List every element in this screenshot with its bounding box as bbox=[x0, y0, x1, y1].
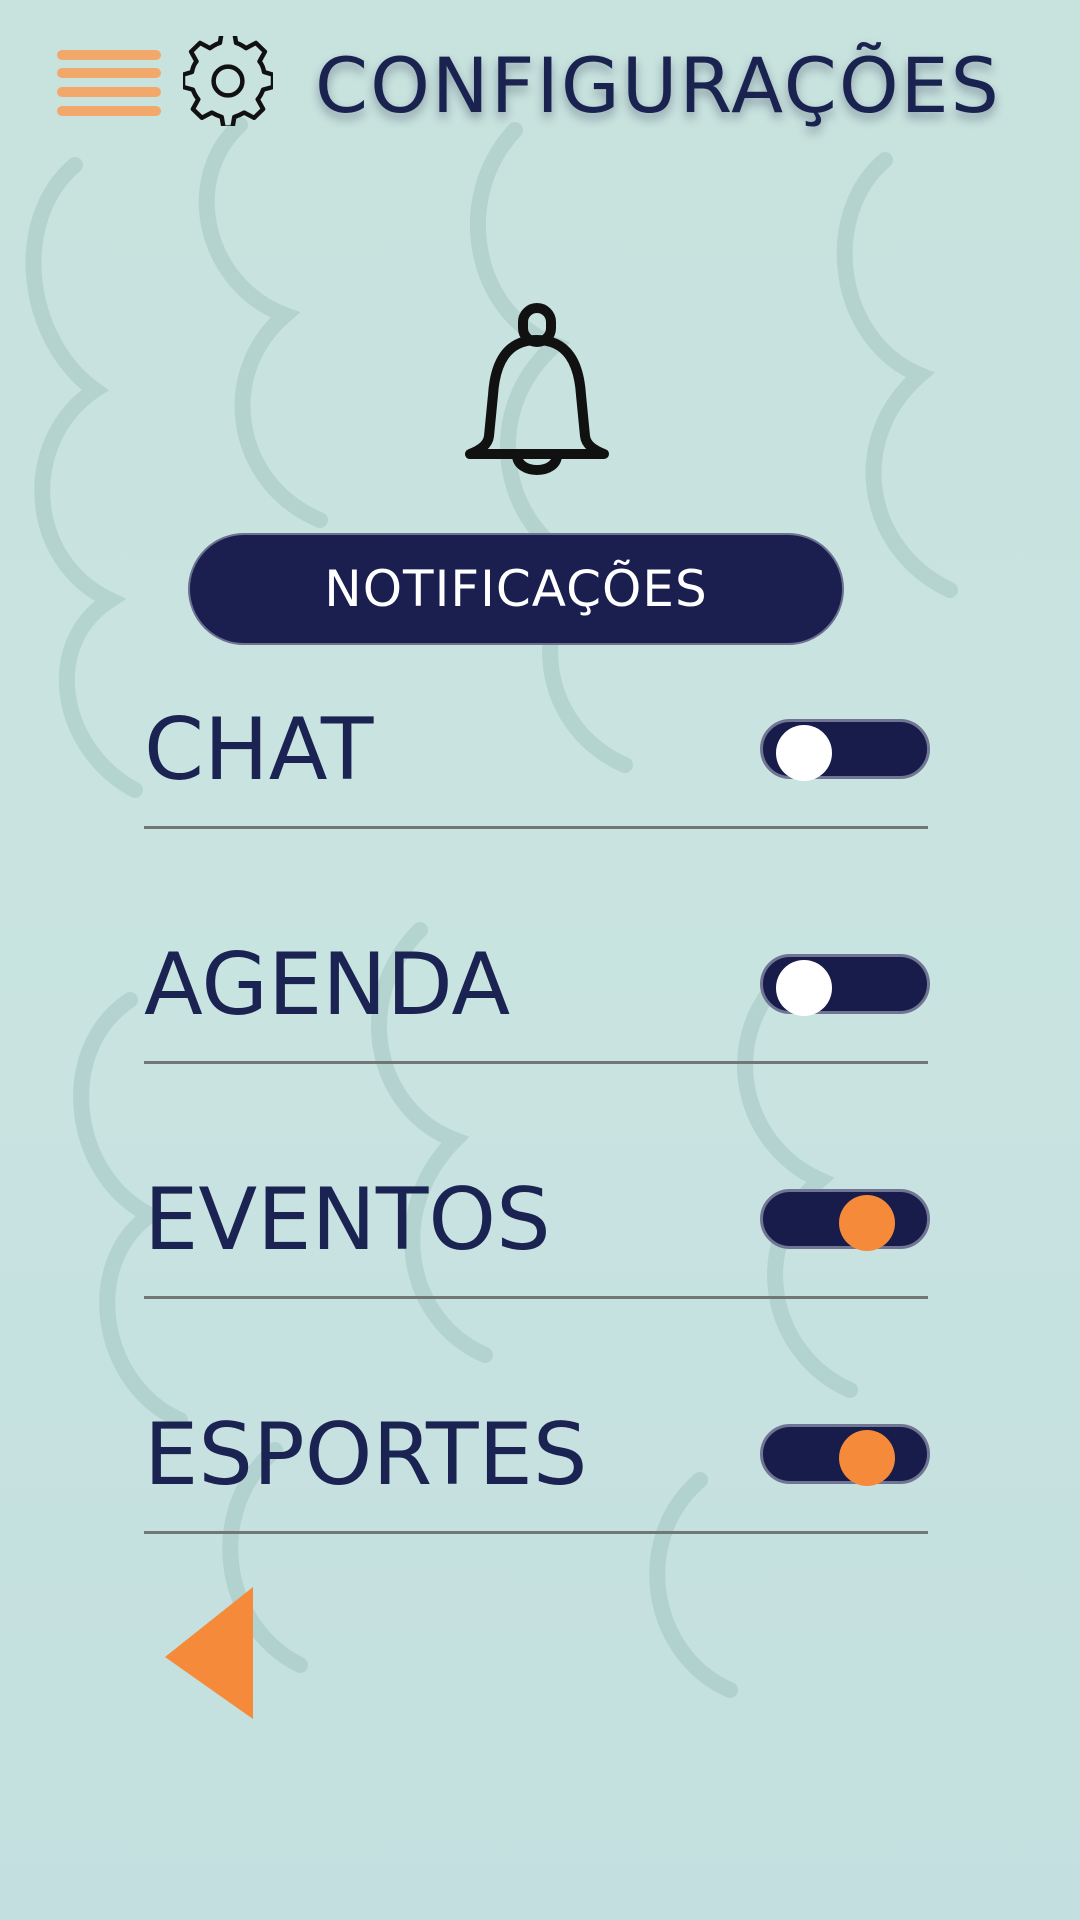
setting-row-eventos: EVENTOS bbox=[144, 1170, 930, 1406]
setting-label: EVENTOS bbox=[144, 1170, 551, 1270]
toggle-knob bbox=[776, 960, 832, 1016]
row-divider bbox=[144, 826, 928, 829]
row-divider bbox=[144, 1061, 928, 1064]
setting-label: CHAT bbox=[144, 700, 374, 800]
toggle-knob bbox=[839, 1195, 895, 1251]
settings-screen: CONFIGURAÇÕES NOTIFICAÇÕES CHAT AGENDA E… bbox=[0, 0, 1080, 1920]
esportes-toggle[interactable] bbox=[760, 1424, 930, 1486]
setting-label: AGENDA bbox=[144, 935, 511, 1035]
row-divider bbox=[144, 1531, 928, 1534]
setting-row-esportes: ESPORTES bbox=[144, 1405, 930, 1641]
notification-settings-list: CHAT AGENDA EVENTOS ESPORTES bbox=[0, 0, 1080, 1600]
chat-toggle[interactable] bbox=[760, 719, 930, 781]
toggle-knob bbox=[776, 725, 832, 781]
back-arrow-icon[interactable] bbox=[165, 1587, 255, 1719]
agenda-toggle[interactable] bbox=[760, 954, 930, 1016]
setting-row-agenda: AGENDA bbox=[144, 935, 930, 1171]
setting-label: ESPORTES bbox=[144, 1405, 588, 1505]
row-divider bbox=[144, 1296, 928, 1299]
eventos-toggle[interactable] bbox=[760, 1189, 930, 1251]
toggle-knob bbox=[839, 1430, 895, 1486]
setting-row-chat: CHAT bbox=[144, 700, 930, 936]
